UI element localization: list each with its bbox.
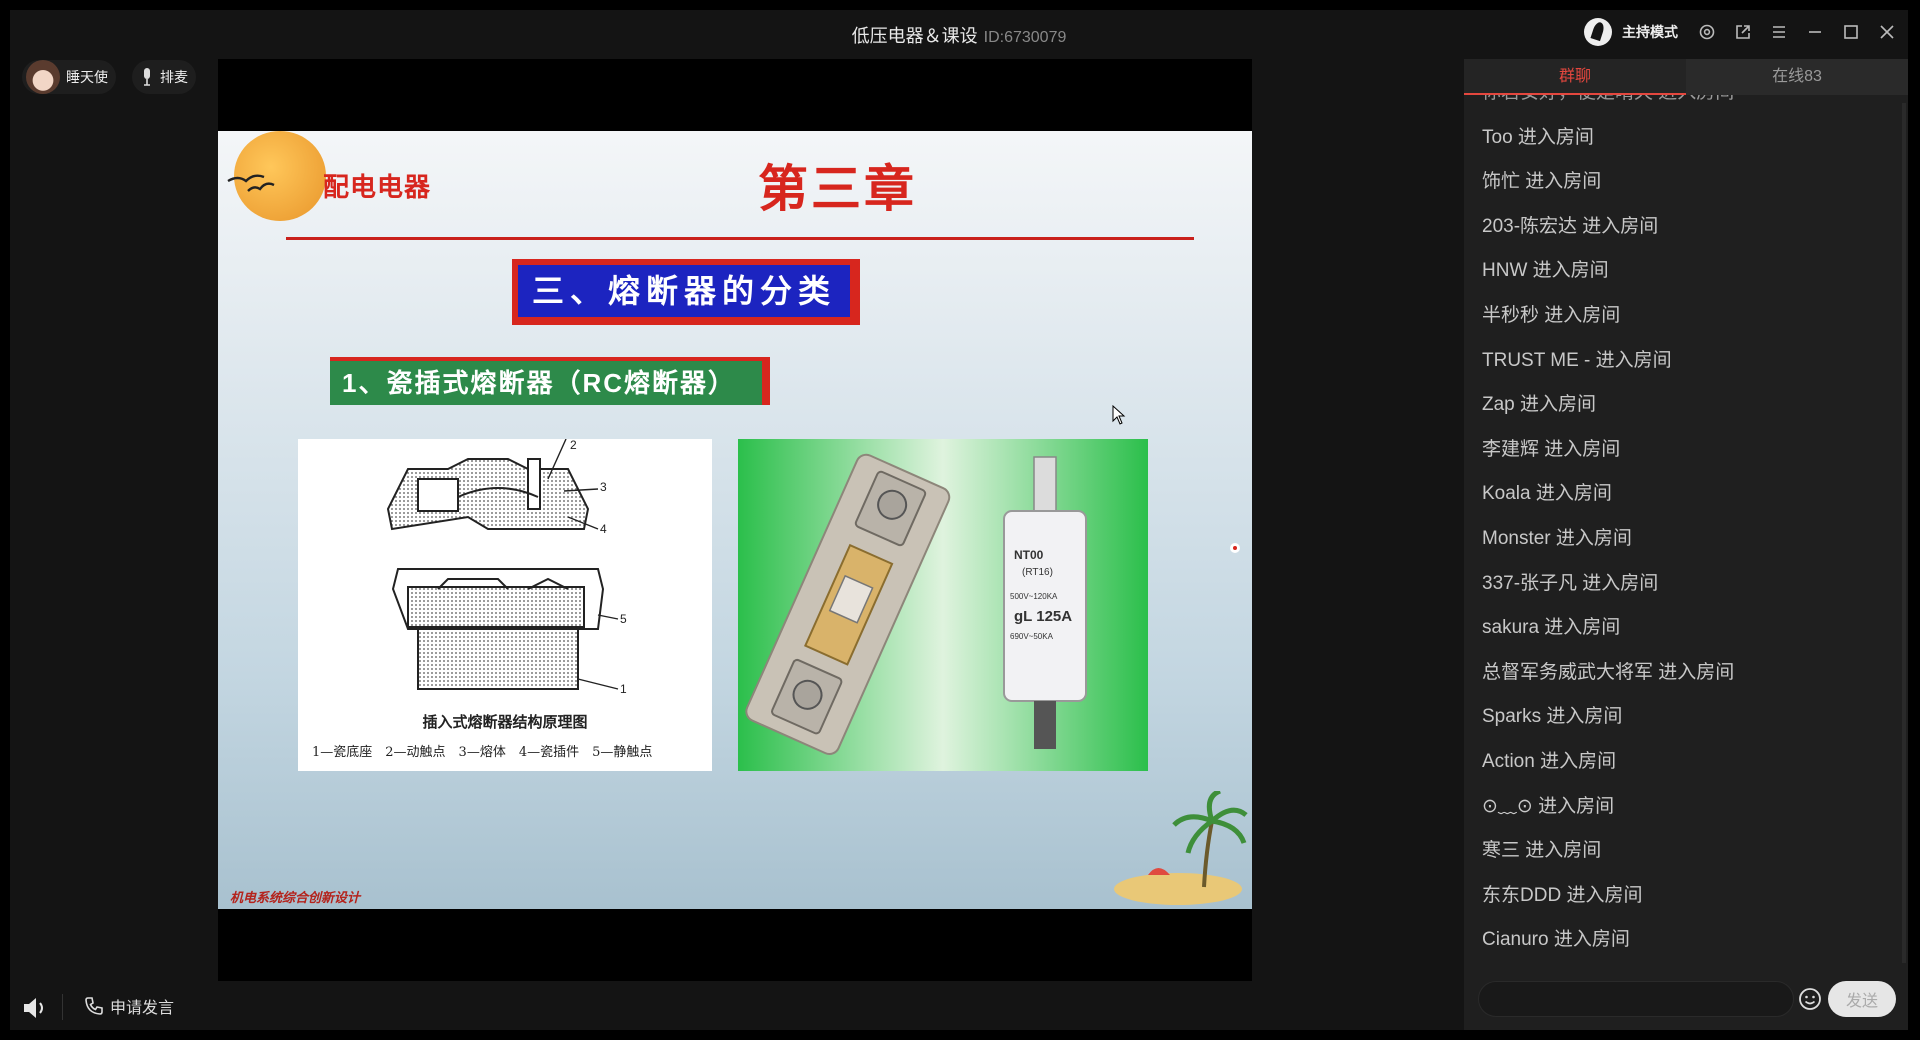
chat-message: Cianuro 进入房间 bbox=[1482, 929, 1630, 951]
speaker-icon[interactable] bbox=[22, 996, 48, 1020]
fuse-photo: NT00 (RT16) 500V~120KA gL 125A 690V~50KA bbox=[738, 439, 1148, 771]
phone-icon bbox=[85, 997, 103, 1015]
slide-chapter-title: 第三章 bbox=[758, 161, 917, 217]
laser-pointer-dot bbox=[1230, 543, 1240, 553]
chat-message: 寒三 进入房间 bbox=[1482, 840, 1602, 862]
diagram-caption: 插入式熔断器结构原理图 bbox=[422, 713, 588, 731]
title-bar: 低压电器＆课设 ID:6730079 主持模式 bbox=[10, 10, 1908, 54]
chat-message: sakura 进入房间 bbox=[1482, 617, 1621, 639]
svg-text:3: 3 bbox=[600, 480, 607, 494]
video-stage: 配电电器 第三章 三、熔断器的分类 1、瓷插式熔断器（RC熔断器） 2 3 4 … bbox=[218, 59, 1252, 981]
fuse-label-line-3: 500V~120KA bbox=[1010, 592, 1058, 601]
host-mode-label[interactable]: 主持模式 bbox=[1622, 22, 1678, 42]
close-icon[interactable] bbox=[1874, 19, 1900, 45]
fuse-label-line-2: (RT16) bbox=[1022, 567, 1053, 578]
host-logo-icon bbox=[1584, 18, 1612, 46]
chat-messages: 你若安好，便是晴天 进入房间 Too 进入房间 饰忙 进入房间 203-陈宏达 … bbox=[1464, 95, 1908, 967]
subsection-title: 1、瓷插式熔断器（RC熔断器） bbox=[330, 361, 762, 405]
chat-input-row: 发送 bbox=[1478, 981, 1898, 1019]
mic-queue-button[interactable]: 排麦 bbox=[132, 60, 196, 94]
svg-text:1: 1 bbox=[620, 682, 627, 696]
chat-message: Too 进入房间 bbox=[1482, 126, 1594, 148]
chat-message: Koala 进入房间 bbox=[1482, 483, 1612, 505]
section-title: 三、熔断器的分类 bbox=[518, 265, 850, 317]
chat-message: TRUST ME - 进入房间 bbox=[1482, 349, 1672, 371]
fuse-label-line-4: gL 125A bbox=[1014, 608, 1072, 625]
tab-online[interactable]: 在线83 bbox=[1686, 59, 1908, 95]
minimize-icon[interactable] bbox=[1802, 19, 1828, 45]
fuse-label-line-1: NT00 bbox=[1014, 548, 1044, 562]
chat-message: 东东DDD 进入房间 bbox=[1482, 884, 1643, 906]
section-banner: 三、熔断器的分类 bbox=[512, 259, 860, 325]
slide-footer-note: 机电系统综合创新设计 bbox=[230, 890, 361, 905]
bottom-toolbar: 申请发言 bbox=[10, 984, 1460, 1030]
chat-message: Zap 进入房间 bbox=[1482, 394, 1597, 416]
room-name: 低压电器＆课设 bbox=[851, 26, 978, 46]
mouse-cursor-icon bbox=[1112, 405, 1126, 425]
chat-message: 半秒秒 进入房间 bbox=[1482, 304, 1621, 326]
svg-text:4: 4 bbox=[600, 522, 607, 536]
fuse-label-line-5: 690V~50KA bbox=[1010, 632, 1054, 641]
settings-icon[interactable] bbox=[1694, 19, 1720, 45]
svg-text:5: 5 bbox=[620, 612, 627, 626]
tab-group-chat[interactable]: 群聊 bbox=[1464, 59, 1686, 95]
svg-text:2: 2 bbox=[570, 439, 577, 452]
app-window: 低压电器＆课设 ID:6730079 主持模式 睡天使 排麦 配电电器 第三章 … bbox=[10, 10, 1908, 1030]
apply-speak-button[interactable]: 申请发言 bbox=[84, 994, 174, 1018]
emoji-icon[interactable] bbox=[1798, 987, 1822, 1011]
avatar bbox=[26, 60, 60, 94]
presenter-chip[interactable]: 睡天使 bbox=[22, 60, 116, 94]
chat-message: 203-陈宏达 进入房间 bbox=[1482, 215, 1659, 237]
popout-icon[interactable] bbox=[1730, 19, 1756, 45]
window-controls: 主持模式 bbox=[1584, 18, 1900, 46]
chat-message: 李建辉 进入房间 bbox=[1482, 438, 1621, 460]
diagram-legend: 1—瓷底座 2—动触点 3—熔体 4—瓷插件 5—静触点 bbox=[312, 745, 653, 760]
chat-panel: 群聊 在线83 你若安好，便是晴天 进入房间 Too 进入房间 饰忙 进入房间 … bbox=[1464, 59, 1908, 1030]
apply-speak-label: 申请发言 bbox=[110, 1000, 175, 1017]
island-decoration bbox=[1114, 791, 1248, 905]
title-divider bbox=[286, 237, 1194, 240]
room-id: ID:6730079 bbox=[983, 29, 1067, 46]
send-button[interactable]: 发送 bbox=[1828, 981, 1896, 1017]
chat-message: HNW 进入房间 bbox=[1482, 260, 1609, 282]
queue-label: 排麦 bbox=[160, 69, 188, 85]
chat-scrollbar[interactable] bbox=[1902, 103, 1906, 963]
chat-message: 总督军务威武大将军 进入房间 bbox=[1482, 661, 1735, 683]
chat-input[interactable] bbox=[1478, 981, 1794, 1017]
menu-icon[interactable] bbox=[1766, 19, 1792, 45]
chat-message: ⊙﹏⊙ 进入房间 bbox=[1482, 795, 1615, 817]
chat-message: 你若安好，便是晴天 进入房间 bbox=[1464, 95, 1908, 116]
chat-message: Monster 进入房间 bbox=[1482, 527, 1632, 549]
bird-decoration bbox=[227, 174, 275, 192]
chat-message: 337-张子凡 进入房间 bbox=[1482, 572, 1659, 594]
presenter-name: 睡天使 bbox=[66, 69, 108, 85]
chat-message: Sparks 进入房间 bbox=[1482, 706, 1623, 728]
chat-message: 饰忙 进入房间 bbox=[1482, 171, 1602, 193]
chat-message: Action 进入房间 bbox=[1482, 750, 1617, 772]
fuse-structure-diagram: 2 3 4 5 1 插入式熔断器结构原理图 1—瓷底座 2—动触点 3—熔体 4… bbox=[298, 438, 712, 771]
maximize-icon[interactable] bbox=[1838, 19, 1864, 45]
fuse-drawing: 2 3 4 5 1 bbox=[386, 438, 627, 696]
slide-brand: 配电电器 bbox=[323, 172, 432, 202]
toolbar-divider bbox=[62, 994, 63, 1020]
subsection-banner: 1、瓷插式熔断器（RC熔断器） bbox=[330, 357, 770, 405]
presentation-slide: 配电电器 第三章 三、熔断器的分类 1、瓷插式熔断器（RC熔断器） 2 3 4 … bbox=[218, 131, 1252, 909]
chat-tabs: 群聊 在线83 bbox=[1464, 59, 1908, 95]
fuse-photo-illustration: NT00 (RT16) 500V~120KA gL 125A 690V~50KA bbox=[745, 453, 1087, 755]
microphone-icon bbox=[140, 66, 154, 88]
